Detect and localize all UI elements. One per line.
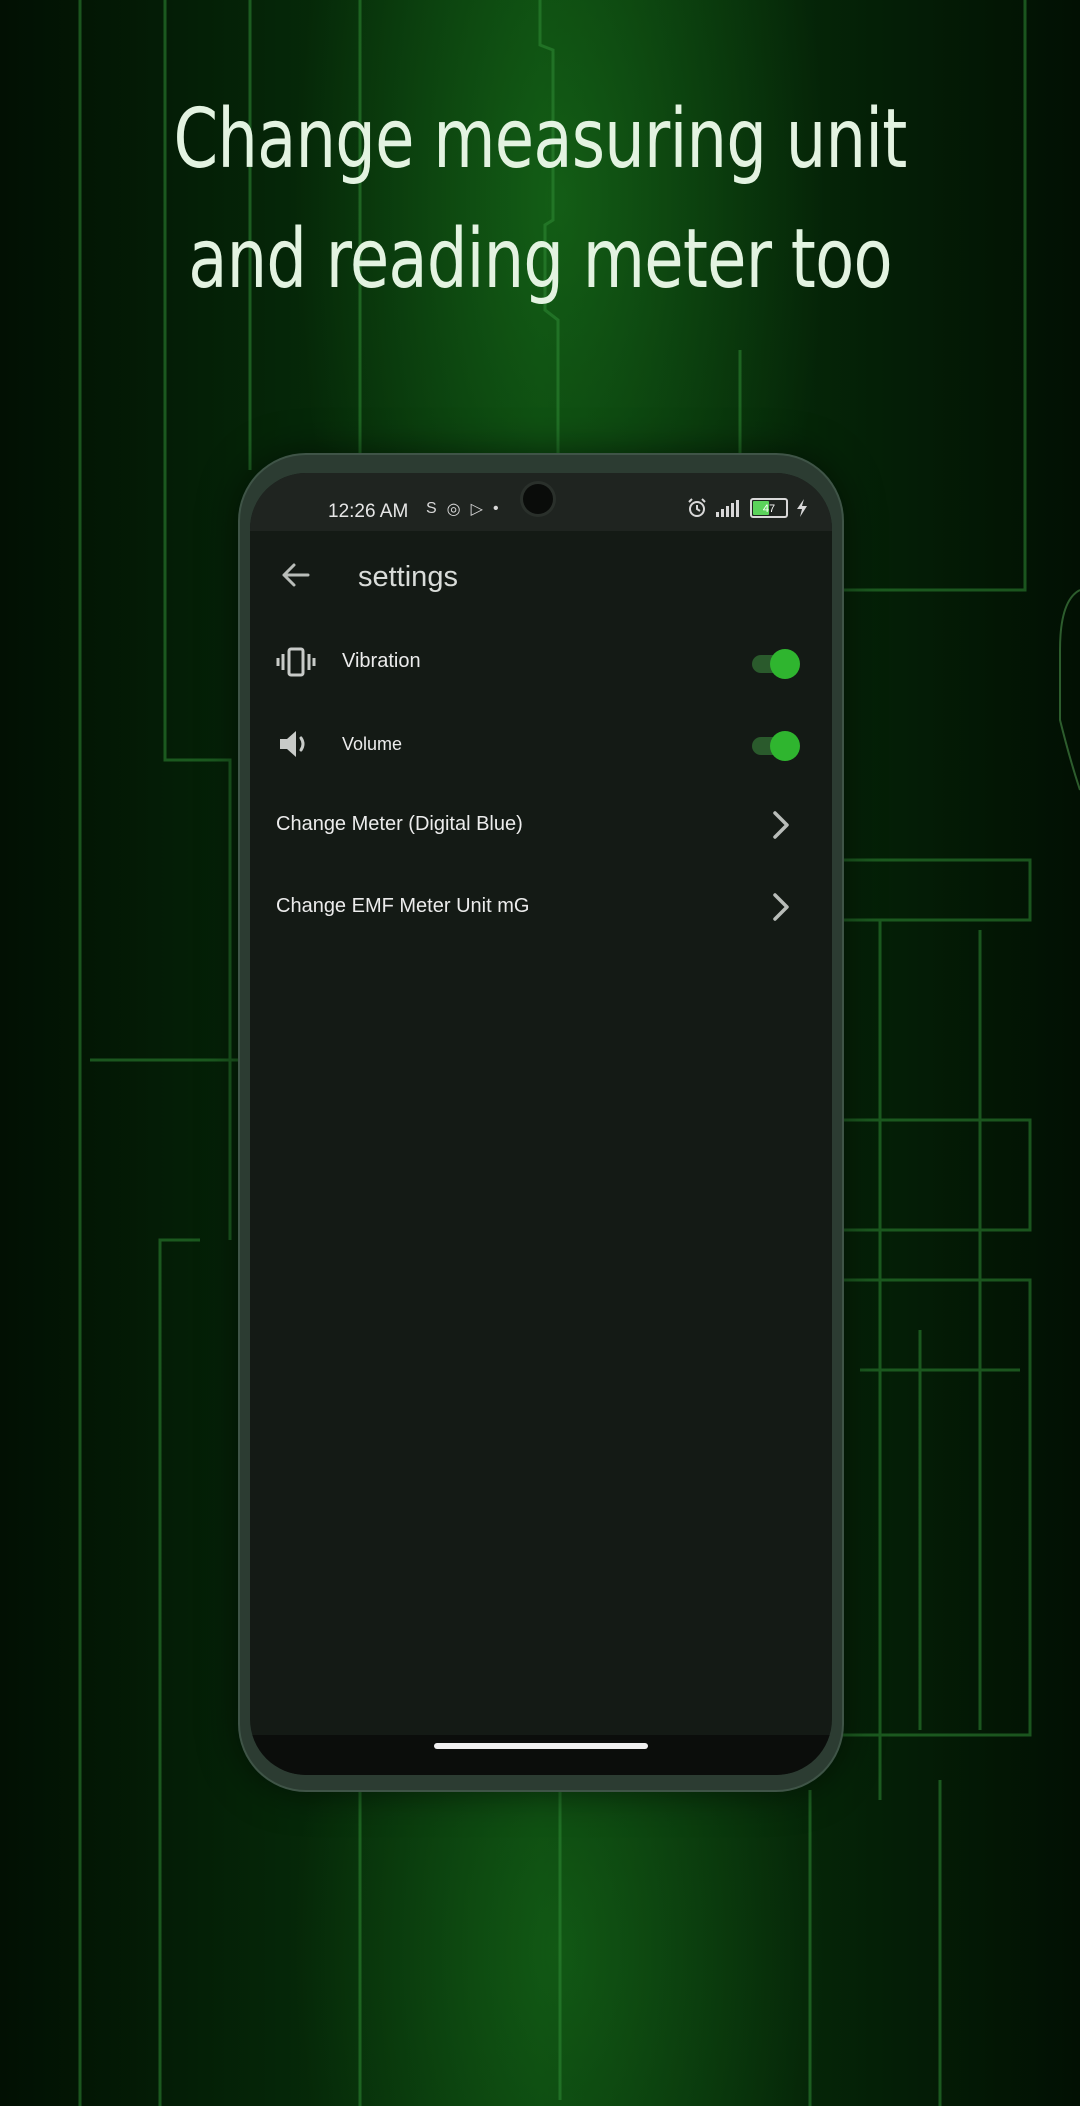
headline-line-1: Change measuring unit (173, 92, 907, 187)
charging-icon (797, 499, 807, 517)
back-arrow-icon[interactable] (276, 555, 316, 595)
camera-cutout (523, 484, 553, 514)
vibration-label: Vibration (342, 650, 421, 672)
promo-headline: Change measuring unit and reading meter … (119, 80, 961, 320)
battery-icon: 47 (750, 498, 788, 518)
phone-frame: 12:26 AM S ◎ ▷ • 47 settings Vibration V… (240, 455, 842, 1790)
phone-screen: 12:26 AM S ◎ ▷ • 47 settings Vibration V… (250, 473, 832, 1775)
navigation-bar (250, 1735, 832, 1775)
headline-line-2: and reading meter too (188, 212, 892, 307)
change-unit-label: Change EMF Meter Unit mG (276, 895, 530, 917)
page-title: settings (358, 561, 458, 593)
volume-icon (280, 731, 305, 757)
chevron-right-icon (773, 811, 789, 839)
volume-row[interactable]: Volume (250, 709, 832, 779)
vibration-row[interactable]: Vibration (250, 627, 832, 697)
chevron-right-icon (773, 893, 789, 921)
signal-icon (716, 500, 739, 517)
instagram-icon: ◎ (446, 501, 461, 518)
notification-icons: S ◎ ▷ • (426, 499, 499, 519)
alarm-icon (688, 498, 706, 517)
battery-level: 47 (762, 503, 776, 515)
play-icon: ▷ (470, 501, 483, 518)
dot-icon: • (492, 500, 499, 517)
change-meter-row[interactable]: Change Meter (Digital Blue) (250, 789, 832, 859)
vibration-toggle[interactable] (752, 649, 800, 679)
volume-label: Volume (342, 734, 403, 754)
volume-toggle[interactable] (752, 731, 800, 761)
s-icon: S (426, 500, 437, 517)
home-indicator[interactable] (434, 1743, 648, 1749)
vibration-icon (276, 647, 316, 677)
change-meter-label: Change Meter (Digital Blue) (276, 813, 523, 835)
app-bar: settings (250, 531, 832, 621)
status-bar: 12:26 AM S ◎ ▷ • 47 (250, 473, 832, 531)
system-icons: 47 (686, 497, 808, 519)
change-unit-row[interactable]: Change EMF Meter Unit mG (250, 871, 832, 941)
status-time: 12:26 AM (328, 501, 409, 522)
